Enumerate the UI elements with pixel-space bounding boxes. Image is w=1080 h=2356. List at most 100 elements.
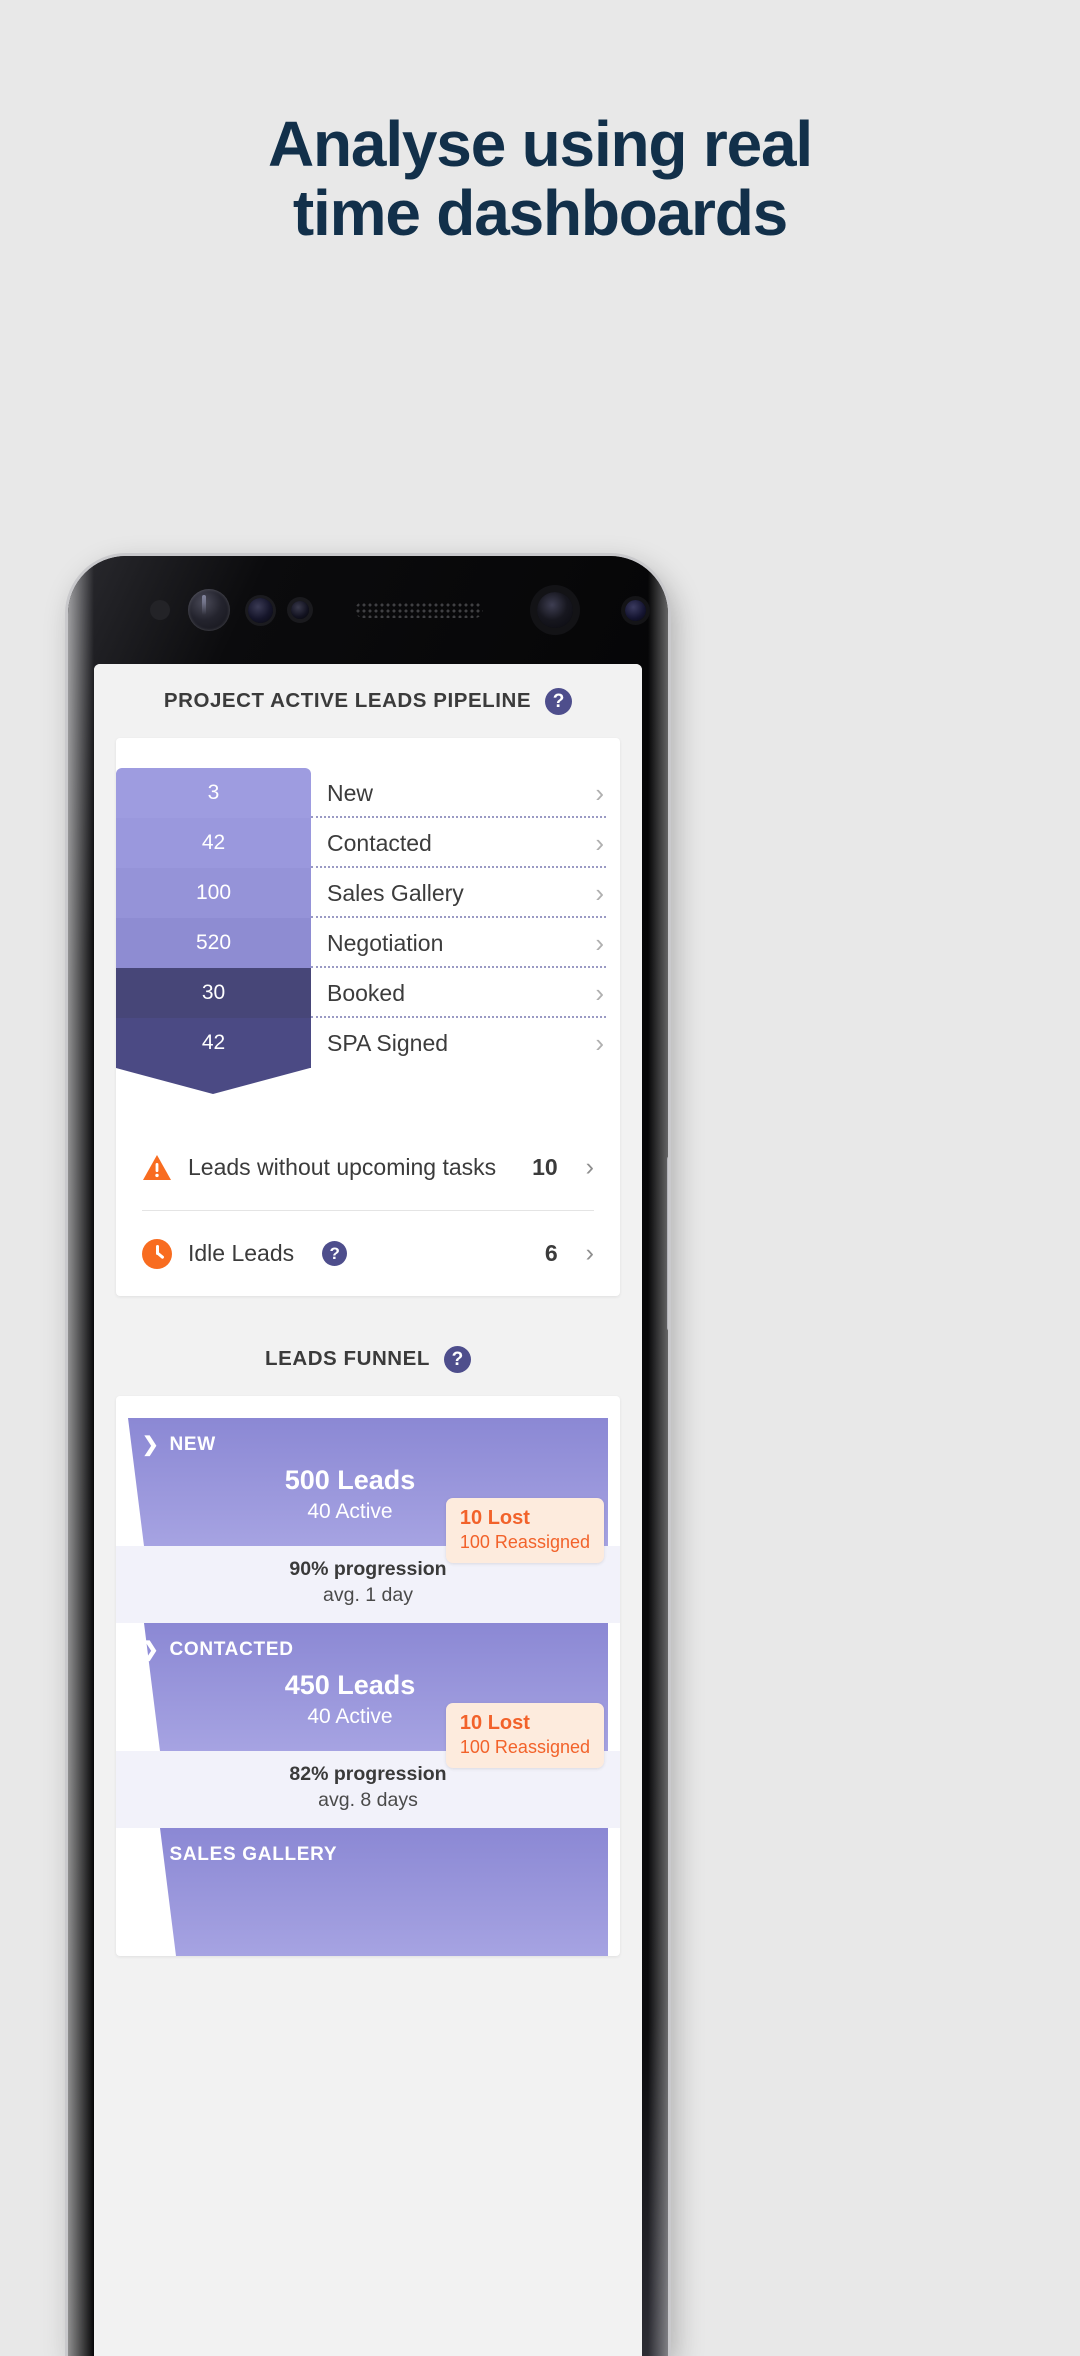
phone-edge-highlight-left [68,556,94,2356]
promo-headline: Analyse using real time dashboards [0,108,1080,250]
pipeline-stage-label: Booked [327,979,406,1006]
promo-headline-line-2: time dashboards [292,177,788,250]
pipeline-count: 42 [201,1031,226,1054]
chevron-right-icon[interactable]: › [595,1028,620,1059]
chevron-right-icon[interactable]: › [595,878,620,909]
funnel-section-header: LEADS FUNNEL ? [94,1322,642,1396]
pipeline-bar: 100 [116,868,311,918]
pipeline-count: 520 [195,931,232,954]
earpiece-speaker-icon [355,602,483,618]
funnel-avg-time: avg. 1 day [323,1584,413,1606]
pipeline-meta: Booked › [311,968,620,1018]
selfie-camera-icon [537,592,573,628]
pipeline-stage-label: SPA Signed [327,1029,449,1056]
pipeline-stage-label: New [327,779,374,806]
pipeline-alert-list: Leads without upcoming tasks 10 › Idle L… [116,1068,620,1296]
front-camera-icon [248,597,273,623]
question-mark-icon[interactable]: ? [322,1241,348,1266]
pipeline-row-new[interactable]: 3 New › [116,768,620,818]
alert-row-idle-leads[interactable]: Idle Leads ? 6 › [142,1210,594,1296]
funnel-stage-name-row: ❯ SALES GALLERY [142,1842,598,1867]
chevron-right-icon: ❯ [142,1434,160,1456]
pipeline-bar-wrap: 42 [116,818,311,868]
funnel-lost-count: 10 Lost [459,1712,530,1734]
pipeline-bar: 42 [116,1018,311,1094]
pipeline-count: 100 [195,881,232,904]
pipeline-count: 3 [207,781,220,804]
chevron-right-icon[interactable]: › [595,978,620,1009]
alert-label: Idle Leads [188,1240,295,1266]
phone-top-sensor-bezel [68,556,668,664]
pipeline-bar: 520 [116,918,311,968]
funnel-stage-leads: 450 Leads [284,1670,416,1700]
funnel-stage-name-row: ❯ NEW [142,1432,598,1457]
pipeline-bar: 30 [116,968,311,1018]
chevron-right-icon[interactable]: › [586,1153,594,1182]
question-mark-icon[interactable]: ? [545,687,573,715]
funnel-lost-badge[interactable]: 10 Lost 100 Reassigned [445,1703,604,1768]
pipeline-section-header: PROJECT ACTIVE LEADS PIPELINE ? [94,664,642,738]
question-mark-icon[interactable]: ? [443,1345,471,1373]
funnel-stage-text: ❯ SALES GALLERY [116,1828,620,1956]
pipeline-meta: Contacted › [311,818,620,868]
alert-value: 6 [544,1240,558,1266]
clock-icon [142,1238,172,1269]
funnel-avg-time: avg. 8 days [318,1789,418,1811]
pipeline-stage-label: Negotiation [327,929,444,956]
chevron-right-icon: ❯ [142,1844,160,1866]
funnel-stage-footer: 10 Lost 100 Reassigned 90% progression a… [116,1498,620,1623]
pipeline-card: 3 New › 42 Contacted › 100 Sales Gallery… [116,738,620,1296]
funnel-stage-contacted[interactable]: ❯ CONTACTED 450 Leads 40 Active 10 Lost … [116,1623,620,1828]
pipeline-stage-label: Contacted [327,829,432,856]
funnel-stage-sales-gallery[interactable]: ❯ SALES GALLERY [116,1828,620,1956]
funnel-reassigned-count: 100 Reassigned [459,1532,590,1552]
funnel-stage-name-row: ❯ CONTACTED [142,1637,598,1662]
funnel-stage-new[interactable]: ❯ NEW 500 Leads 40 Active 10 Lost 100 Re… [116,1418,620,1623]
funnel-stage-body: ❯ SALES GALLERY [116,1828,620,1956]
funnel-stage-footer: 10 Lost 100 Reassigned 82% progression a… [116,1703,620,1828]
chevron-right-icon[interactable]: › [586,1239,594,1268]
pipeline-row-sales-gallery[interactable]: 100 Sales Gallery › [116,868,620,918]
iris-scanner-icon [188,589,230,631]
proximity-sensor-icon [150,600,170,620]
phone-edge-highlight-right [648,556,668,2356]
phone-side-button-right[interactable] [667,1156,668,1331]
pipeline-meta: SPA Signed › [311,1018,620,1068]
funnel-title: LEADS FUNNEL [265,1347,430,1370]
pipeline-meta: Sales Gallery › [311,868,620,918]
chevron-right-icon[interactable]: › [595,928,620,959]
alert-row-leads-without-tasks[interactable]: Leads without upcoming tasks 10 › [142,1124,594,1210]
chevron-right-icon: ❯ [142,1639,160,1661]
phone-screen: PROJECT ACTIVE LEADS PIPELINE ? 3 New › [94,664,642,2356]
chevron-right-icon[interactable]: › [595,778,620,809]
pipeline-meta: Negotiation › [311,918,620,968]
warning-triangle-icon [142,1154,172,1181]
alert-value: 10 [532,1153,558,1180]
light-sensor-icon [291,601,309,619]
funnel-lost-badge[interactable]: 10 Lost 100 Reassigned [445,1498,604,1563]
funnel-card: ❯ NEW 500 Leads 40 Active 10 Lost 100 Re… [116,1396,620,1956]
pipeline-row-booked[interactable]: 30 Booked › [116,968,620,1018]
chevron-right-icon[interactable]: › [595,828,620,859]
pipeline-row-contacted[interactable]: 42 Contacted › [116,818,620,868]
pipeline-bar: 42 [116,818,311,868]
pipeline-row-negotiation[interactable]: 520 Negotiation › [116,918,620,968]
funnel-section: LEADS FUNNEL ? ❯ NEW 500 Leads 40 Active… [94,1296,642,1956]
funnel-reassigned-count: 100 Reassigned [459,1737,590,1757]
pipeline-bar-wrap: 30 [116,968,311,1018]
pipeline-meta: New › [311,768,620,818]
funnel-stage-name: NEW [169,1433,216,1455]
pipeline-count: 30 [201,981,226,1004]
depth-sensor-icon [625,599,646,621]
pipeline-title: PROJECT ACTIVE LEADS PIPELINE [163,689,532,712]
funnel-stage-leads: 500 Leads [284,1465,416,1495]
pipeline-bar-wrap: 3 [116,768,311,818]
promo-headline-line-1: Analyse using real [268,108,813,180]
funnel-stage-name: CONTACTED [169,1638,294,1660]
phone-device-mockup: PROJECT ACTIVE LEADS PIPELINE ? 3 New › [68,556,668,2356]
funnel-lost-count: 10 Lost [459,1507,530,1529]
funnel-tip-icon [116,1068,310,1094]
pipeline-row-spa-signed[interactable]: 42 SPA Signed › [116,1018,620,1094]
pipeline-bar: 3 [116,768,311,818]
pipeline-bar-wrap: 42 [116,1018,311,1094]
